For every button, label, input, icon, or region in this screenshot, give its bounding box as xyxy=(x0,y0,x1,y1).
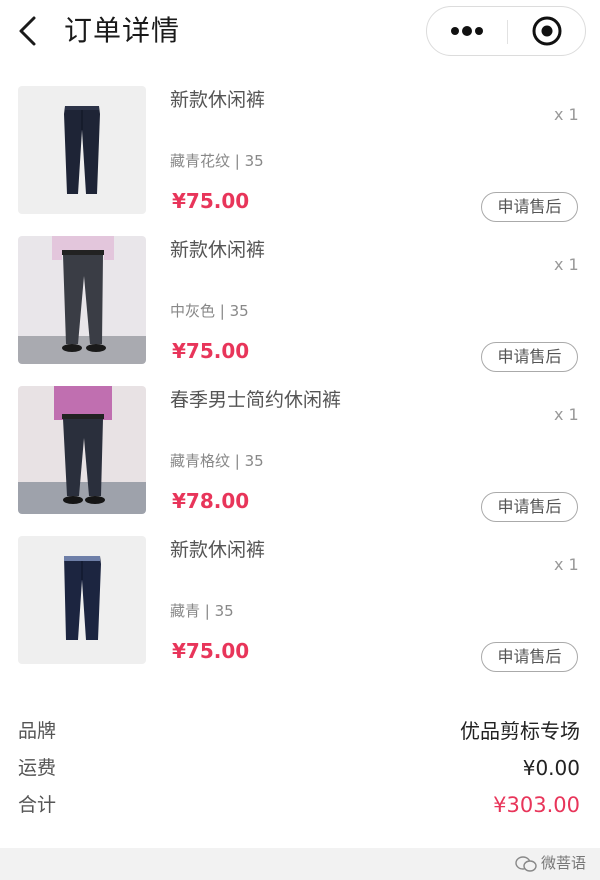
product-name[interactable]: 新款休闲裤 xyxy=(170,236,265,264)
product-spec: 藏青格纹 | 35 xyxy=(170,452,264,470)
mini-program-capsule xyxy=(426,6,586,56)
product-thumbnail[interactable] xyxy=(18,86,146,214)
brand-label: 品牌 xyxy=(18,720,57,742)
product-quantity: x 1 xyxy=(554,405,579,424)
product-price: ¥78.00 xyxy=(172,489,250,513)
summary-shipping-row: 运费 ¥0.00 xyxy=(18,753,580,783)
trousers-image-icon xyxy=(18,536,146,664)
order-item: 新款休闲裤 x 1 中灰色 | 35 ¥75.00 申请售后 xyxy=(0,236,600,372)
more-button[interactable] xyxy=(427,7,507,55)
close-mini-program-button[interactable] xyxy=(507,7,587,55)
watermark-text: 微菩语 xyxy=(540,854,586,872)
order-item: 春季男士简约休闲裤 x 1 藏青格纹 | 35 ¥78.00 申请售后 xyxy=(0,386,600,522)
footer-bar: 微菩语 xyxy=(0,848,600,880)
product-name[interactable]: 春季男士简约休闲裤 xyxy=(170,386,341,414)
more-dots-icon xyxy=(451,26,483,36)
after-sale-button[interactable]: 申请售后 xyxy=(481,192,578,222)
product-price: ¥75.00 xyxy=(172,189,250,213)
product-quantity: x 1 xyxy=(554,105,579,124)
page-title: 订单详情 xyxy=(64,14,181,47)
trousers-image-icon xyxy=(18,86,146,214)
product-quantity: x 1 xyxy=(554,555,579,574)
product-name[interactable]: 新款休闲裤 xyxy=(170,86,265,114)
total-value: ¥303.00 xyxy=(493,793,580,817)
summary-total-row: 合计 ¥303.00 xyxy=(18,790,580,820)
target-circle-icon xyxy=(532,16,562,46)
nav-bar: 订单详情 xyxy=(0,0,600,66)
product-spec: 藏青花纹 | 35 xyxy=(170,152,264,170)
product-thumbnail[interactable] xyxy=(18,236,146,364)
back-button[interactable] xyxy=(14,14,44,48)
after-sale-button[interactable]: 申请售后 xyxy=(481,642,578,672)
product-price: ¥75.00 xyxy=(172,639,250,663)
order-item: 新款休闲裤 x 1 藏青花纹 | 35 ¥75.00 申请售后 xyxy=(0,86,600,222)
model-photo-icon xyxy=(18,236,146,364)
product-name[interactable]: 新款休闲裤 xyxy=(170,536,265,564)
order-item: 新款休闲裤 x 1 藏青 | 35 ¥75.00 申请售后 xyxy=(0,536,600,672)
chevron-left-icon xyxy=(19,16,36,46)
product-spec: 中灰色 | 35 xyxy=(170,302,249,320)
summary-brand-row: 品牌 优品剪标专场 xyxy=(18,716,580,746)
brand-value: 优品剪标专场 xyxy=(460,719,580,743)
after-sale-button[interactable]: 申请售后 xyxy=(481,492,578,522)
total-label: 合计 xyxy=(18,794,57,816)
shipping-label: 运费 xyxy=(18,757,57,779)
wechat-icon xyxy=(515,855,537,872)
shipping-value: ¥0.00 xyxy=(522,756,580,780)
product-quantity: x 1 xyxy=(554,255,579,274)
product-spec: 藏青 | 35 xyxy=(170,602,234,620)
product-price: ¥75.00 xyxy=(172,339,250,363)
product-thumbnail[interactable] xyxy=(18,386,146,514)
after-sale-button[interactable]: 申请售后 xyxy=(481,342,578,372)
model-photo-icon xyxy=(18,386,146,514)
product-thumbnail[interactable] xyxy=(18,536,146,664)
watermark: 微菩语 xyxy=(515,852,586,874)
